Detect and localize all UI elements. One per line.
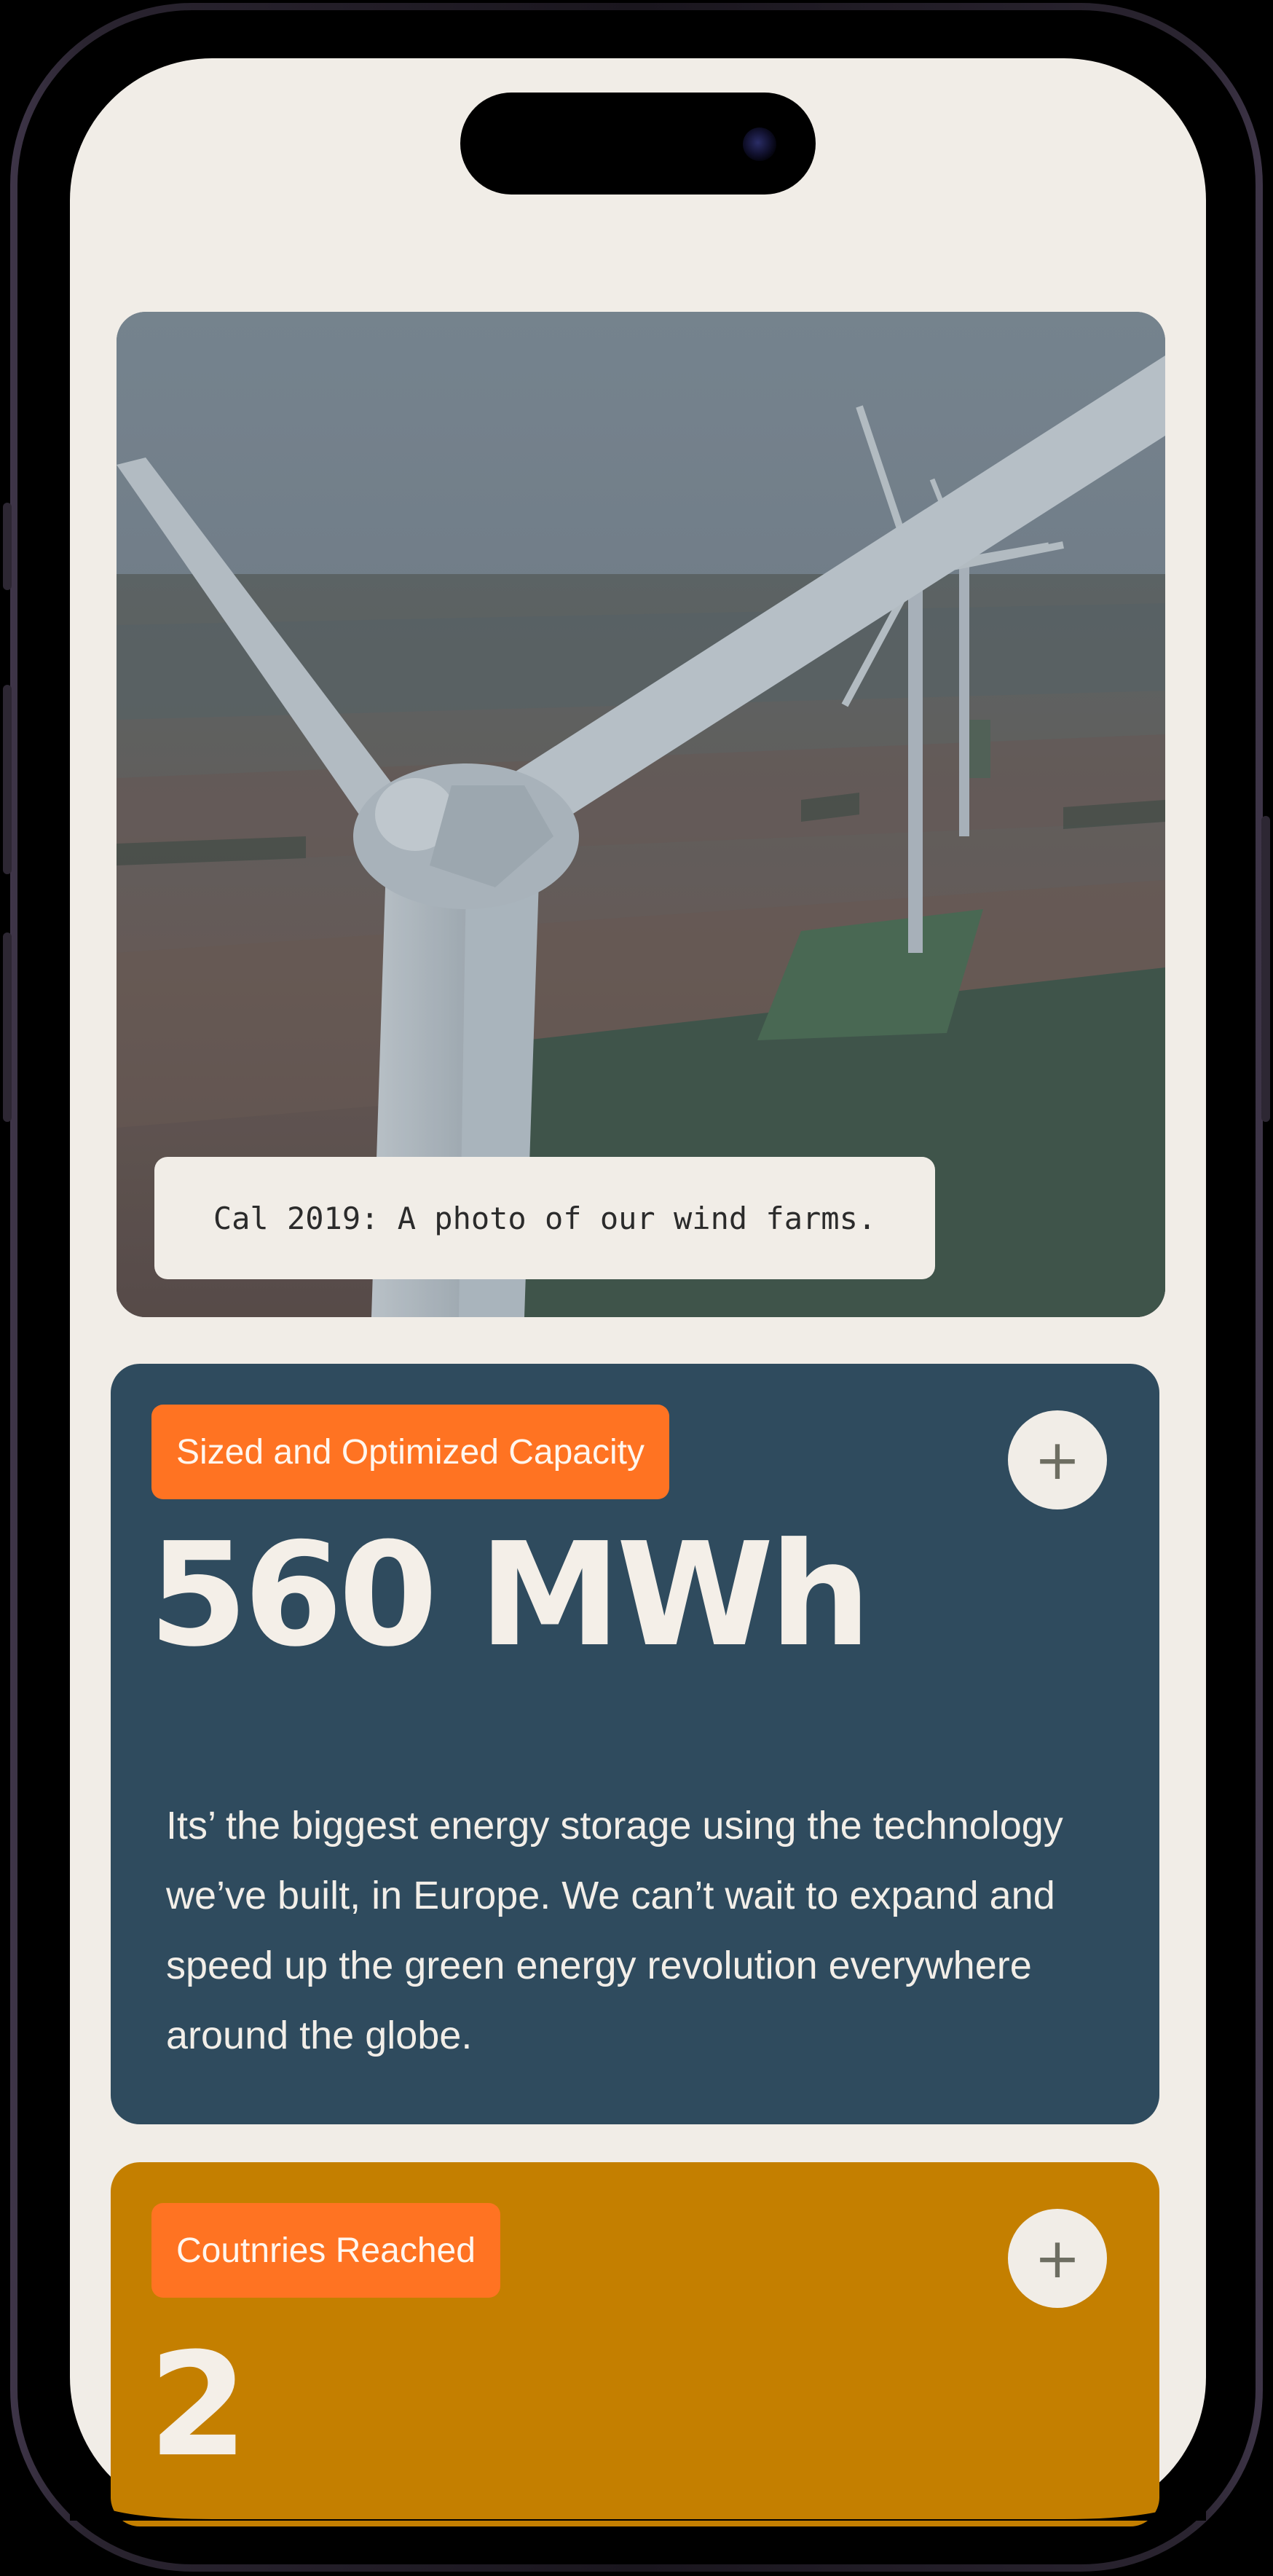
- volume-down-button: [3, 932, 12, 1122]
- front-camera-icon: [743, 127, 776, 161]
- capacity-description: Its’ the biggest energy storage using th…: [166, 1804, 1063, 2057]
- silent-switch: [3, 503, 12, 590]
- power-button: [1261, 816, 1270, 1122]
- countries-value: 2: [149, 2322, 248, 2489]
- photo-caption: Cal 2019: A photo of our wind farms.: [154, 1157, 935, 1279]
- plus-icon: +: [1034, 1427, 1081, 1492]
- expand-countries-button[interactable]: +: [1008, 2209, 1107, 2308]
- dynamic-island: [460, 93, 816, 195]
- capacity-tag: Sized and Optimized Capacity: [151, 1405, 669, 1499]
- capacity-stat-card: Sized and Optimized Capacity + 560 MWh I…: [111, 1364, 1159, 2124]
- countries-stat-card: Coutnries Reached + 2: [111, 2162, 1159, 2526]
- capacity-value: 560 MWh: [149, 1512, 871, 1678]
- volume-up-button: [3, 685, 12, 874]
- expand-capacity-button[interactable]: +: [1008, 1410, 1107, 1509]
- countries-tag: Coutnries Reached: [151, 2203, 500, 2298]
- plus-icon: +: [1034, 2226, 1081, 2290]
- wind-farm-photo-card: Cal 2019: A photo of our wind farms.: [117, 312, 1165, 1317]
